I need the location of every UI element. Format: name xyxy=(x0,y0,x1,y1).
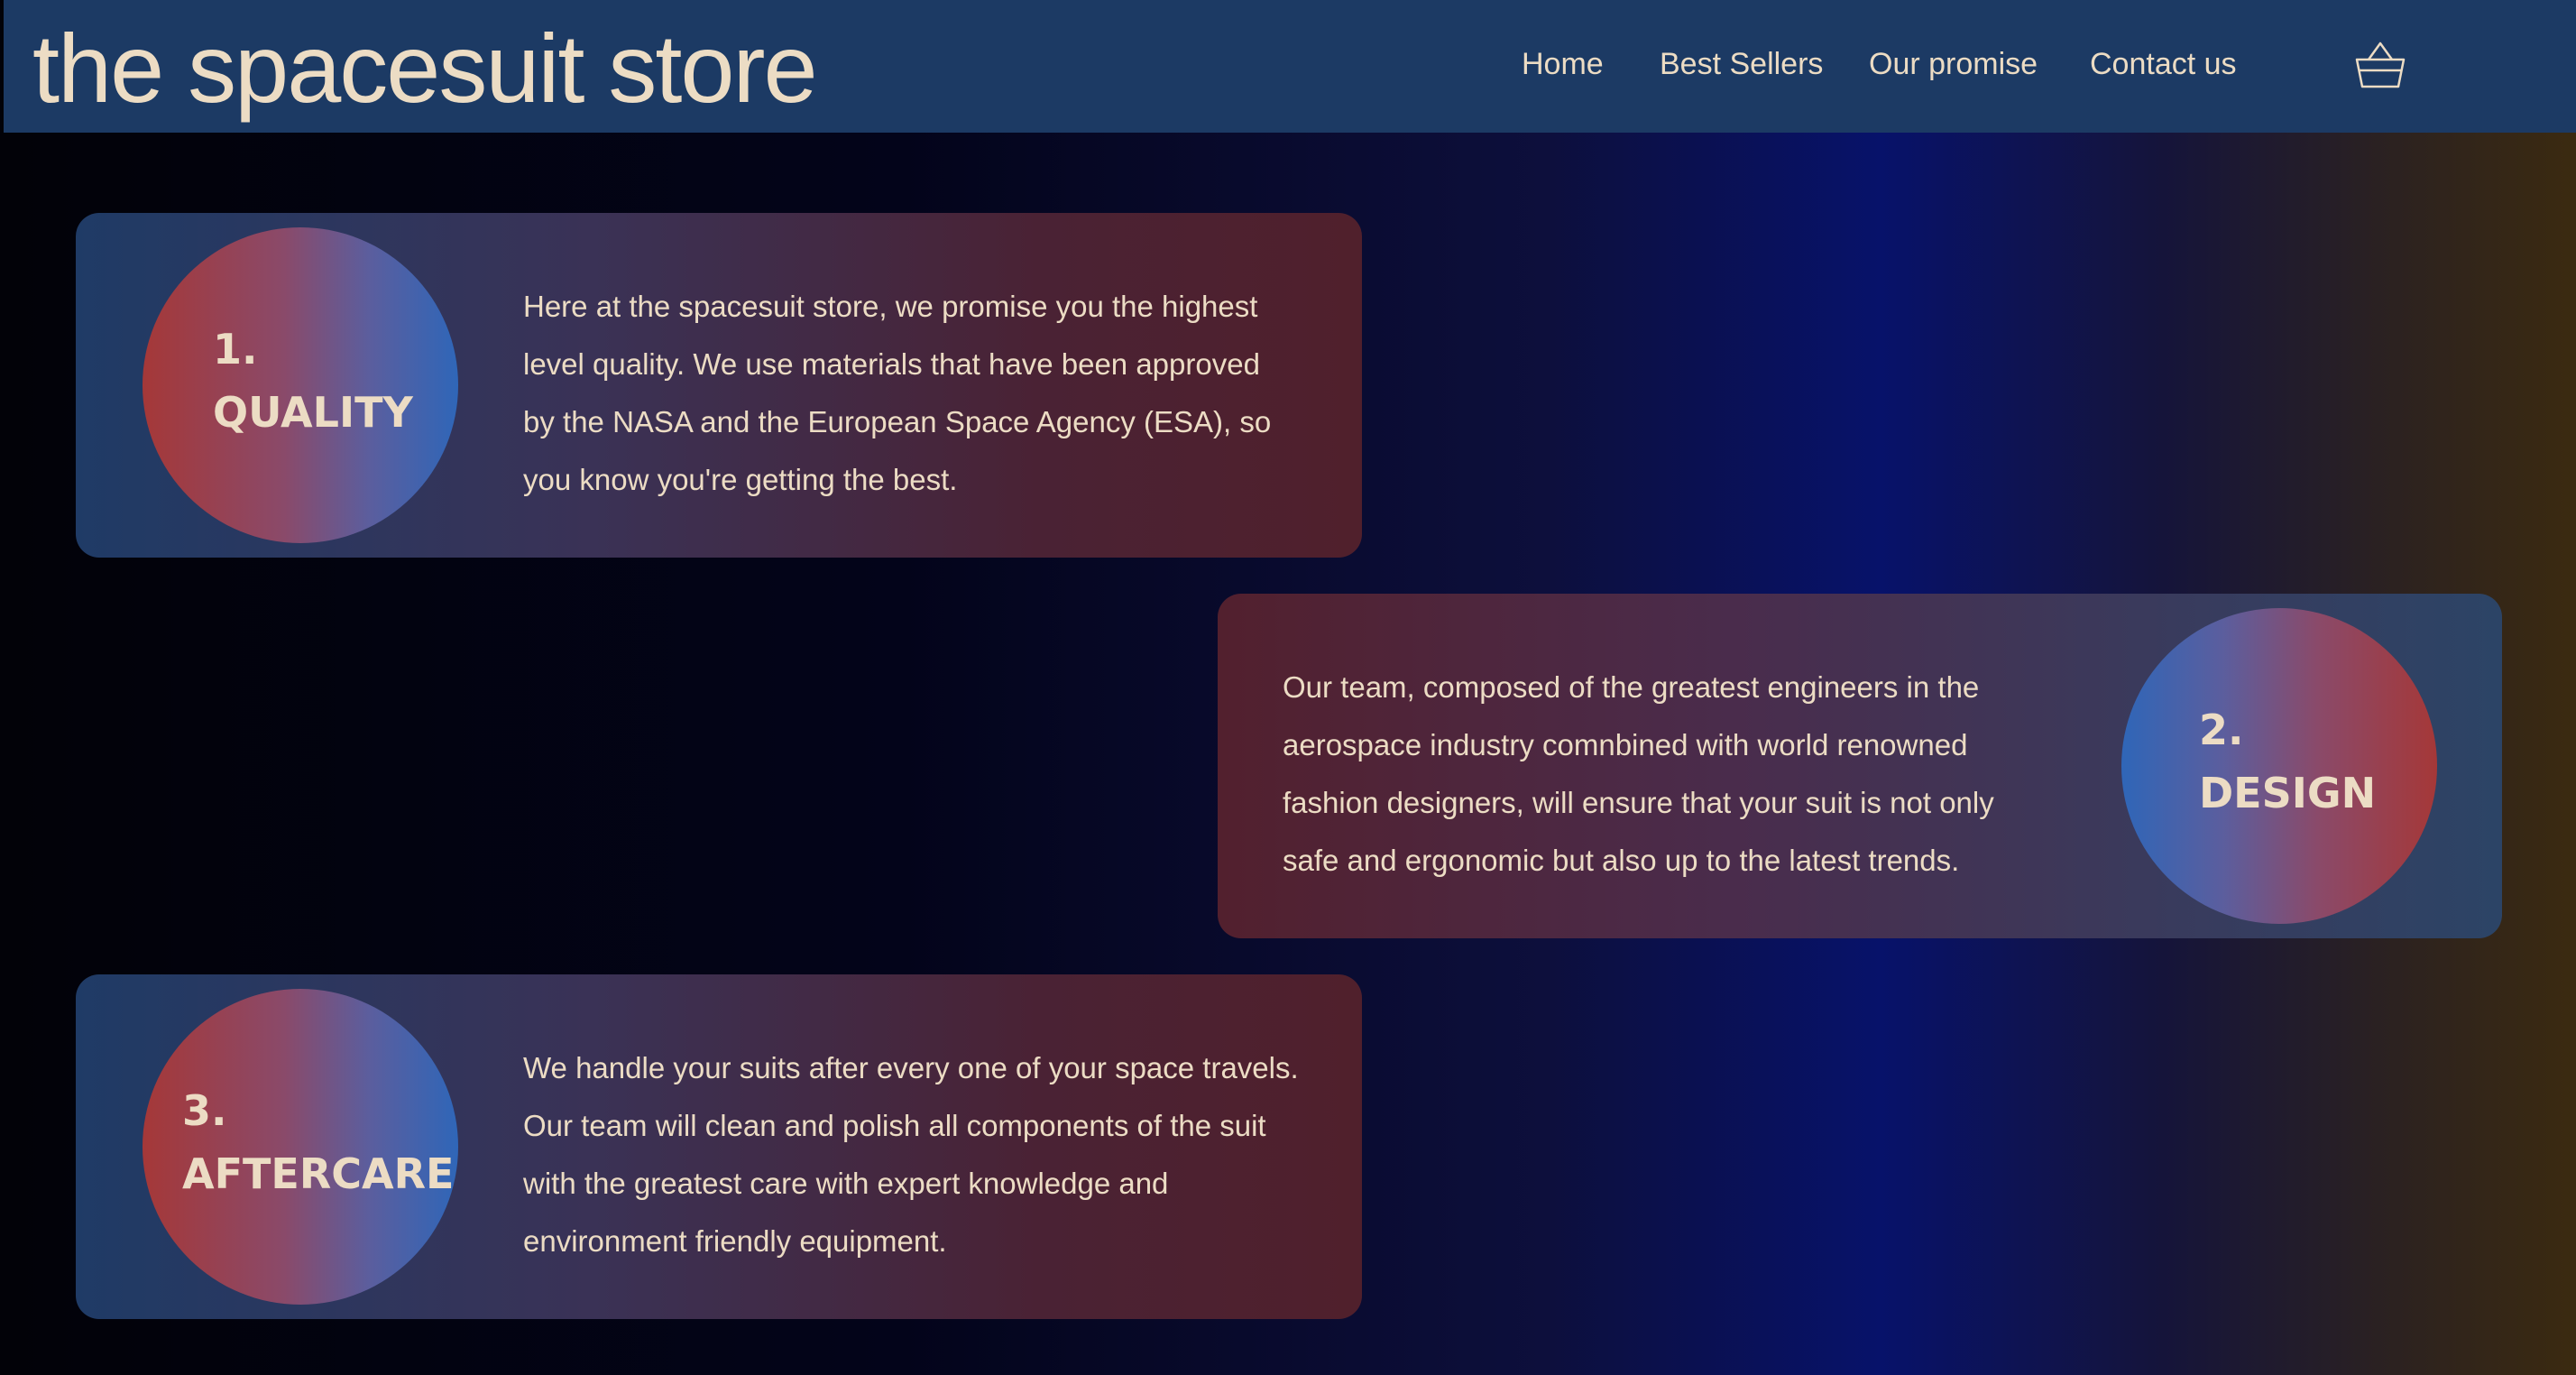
promise-badge-aftercare: 3. AFTERCARE xyxy=(143,989,458,1305)
promise-badge-label: 2. DESIGN xyxy=(2121,698,2437,825)
promise-title: QUALITY xyxy=(213,388,413,437)
promise-number: 3. xyxy=(182,1086,227,1135)
promise-card-design: Our team, composed of the greatest engin… xyxy=(1218,594,2502,938)
promise-title: AFTERCARE xyxy=(182,1149,455,1198)
promise-number: 1. xyxy=(213,325,258,374)
promise-badge-label: 1. QUALITY xyxy=(143,318,458,444)
promise-card-quality: 1. QUALITY Here at the spacesuit store, … xyxy=(76,213,1362,558)
nav-best-sellers[interactable]: Best Sellers xyxy=(1660,42,1823,87)
promise-title: DESIGN xyxy=(2199,769,2377,817)
nav-our-promise[interactable]: Our promise xyxy=(1869,42,2038,87)
promise-badge-quality: 1. QUALITY xyxy=(143,227,458,543)
promise-text: Our team, composed of the greatest engin… xyxy=(1283,670,1994,877)
promise-text: Here at the spacesuit store, we promise … xyxy=(523,290,1272,496)
promise-text: We handle your suits after every one of … xyxy=(523,1051,1299,1258)
site-header: the spacesuit store Home Best Sellers Ou… xyxy=(4,0,2576,133)
basket-icon-svg xyxy=(2355,42,2406,88)
basket-icon[interactable] xyxy=(2349,36,2412,99)
promise-badge-label: 3. AFTERCARE xyxy=(143,1079,458,1205)
promise-card-aftercare: 3. AFTERCARE We handle your suits after … xyxy=(76,974,1362,1319)
brand-title[interactable]: the spacesuit store xyxy=(32,5,818,132)
nav-contact-us[interactable]: Contact us xyxy=(2090,42,2237,87)
promise-badge-design: 2. DESIGN xyxy=(2121,608,2437,924)
nav-home[interactable]: Home xyxy=(1522,42,1604,87)
promise-number: 2. xyxy=(2199,706,2244,754)
